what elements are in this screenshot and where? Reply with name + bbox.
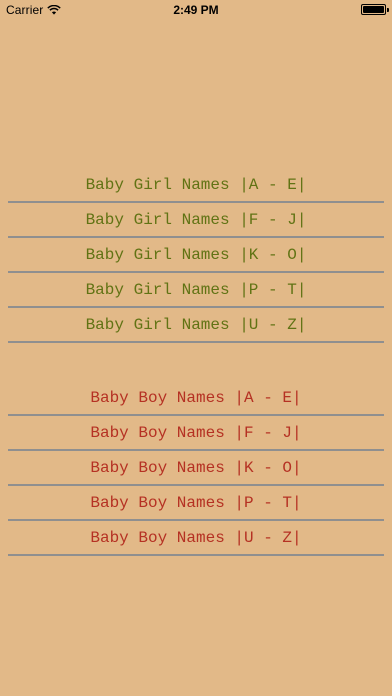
- girl-names-p-t-button[interactable]: Baby Girl Names |P - T|: [8, 273, 384, 308]
- battery-icon: [361, 4, 389, 15]
- status-bar: Carrier 2:49 PM: [0, 0, 392, 20]
- girl-names-a-e-button[interactable]: Baby Girl Names |A - E|: [8, 168, 384, 203]
- girl-names-f-j-button[interactable]: Baby Girl Names |F - J|: [8, 203, 384, 238]
- boy-names-a-e-button[interactable]: Baby Boy Names |A - E|: [8, 381, 384, 416]
- boy-names-u-z-button[interactable]: Baby Boy Names |U - Z|: [8, 521, 384, 556]
- girl-names-list: Baby Girl Names |A - E| Baby Girl Names …: [8, 168, 384, 343]
- girl-names-k-o-button[interactable]: Baby Girl Names |K - O|: [8, 238, 384, 273]
- status-right: [361, 4, 389, 15]
- status-time: 2:49 PM: [173, 3, 219, 17]
- boy-names-p-t-button[interactable]: Baby Boy Names |P - T|: [8, 486, 384, 521]
- boy-names-k-o-button[interactable]: Baby Boy Names |K - O|: [8, 451, 384, 486]
- boy-names-list: Baby Boy Names |A - E| Baby Boy Names |F…: [8, 381, 384, 556]
- boy-names-f-j-button[interactable]: Baby Boy Names |F - J|: [8, 416, 384, 451]
- girl-names-u-z-button[interactable]: Baby Girl Names |U - Z|: [8, 308, 384, 343]
